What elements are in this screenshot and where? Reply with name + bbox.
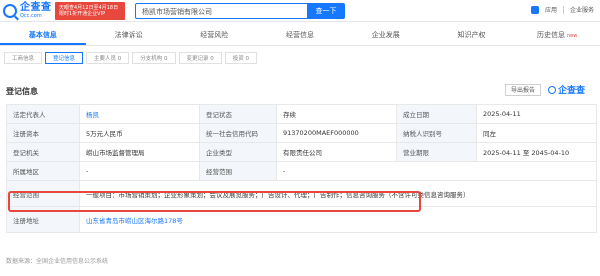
main-tabs: 基本信息 法律诉讼 经营风险 经营信息 企业发展 知识产权 历史信息 new bbox=[0, 24, 600, 46]
subtab-registration[interactable]: 登记信息 bbox=[45, 52, 84, 64]
cell-value: 5万元人民币 bbox=[79, 123, 200, 143]
cell-label: 所属地区 bbox=[6, 161, 80, 181]
tab-ip[interactable]: 知识产权 bbox=[429, 24, 515, 45]
brand-logo-icon bbox=[548, 85, 556, 94]
tab-basic-info[interactable]: 基本信息 bbox=[0, 24, 86, 45]
tab-legal[interactable]: 法律诉讼 bbox=[86, 24, 172, 45]
search-input[interactable]: 杨凯市场营销有限公司 bbox=[135, 3, 307, 19]
cell-value: 有限责任公司 bbox=[276, 142, 397, 162]
brand-watermark: 企查查 bbox=[548, 83, 585, 96]
tab-operations[interactable]: 经营信息 bbox=[257, 24, 343, 45]
cell-label: 统一社会信用代码 bbox=[199, 123, 277, 143]
cell-label: 营业期限 bbox=[396, 142, 477, 162]
promo-banner[interactable]: 天眼查4月12日至4月18日 限时1折开通企业VIP bbox=[55, 2, 125, 20]
address-link[interactable]: 山东省青岛市崂山区海尔路178号 bbox=[79, 206, 597, 233]
top-header: 企查查 Qcc.com 天眼查4月12日至4月18日 限时1折开通企业VIP 杨… bbox=[0, 0, 600, 22]
subtab-branches[interactable]: 分支机构 0 bbox=[132, 52, 176, 64]
logo-magnifier-icon bbox=[3, 4, 17, 18]
logo-text: 企查查 bbox=[20, 2, 52, 13]
user-menu[interactable]: 企业服务 bbox=[570, 5, 594, 14]
table-row-scope: 经营范围 一般项目：市场营销策划；企业形象策划；会议及展览服务；广告设计、代理；… bbox=[6, 180, 597, 207]
cell-value: - bbox=[276, 161, 597, 181]
table-row-address: 注册地址 山东省青岛市崂山区海尔路178号 bbox=[6, 206, 597, 233]
new-badge: new bbox=[567, 33, 578, 39]
cell-value: 91370200MAEF000000 bbox=[276, 123, 397, 143]
apps-icon[interactable] bbox=[530, 5, 539, 14]
subtab-business[interactable]: 工商信息 bbox=[4, 52, 43, 64]
cell-label: 成立日期 bbox=[396, 104, 477, 124]
subtab-changes[interactable]: 变更记录 0 bbox=[178, 52, 222, 64]
header-actions: 应用 企业服务 bbox=[530, 5, 594, 14]
section-title: 登记信息 bbox=[6, 87, 38, 96]
table-row: 法定代表人 杨凯 登记状态 存续 成立日期 2025-04-11 bbox=[6, 104, 597, 124]
tab-development[interactable]: 企业发展 bbox=[343, 24, 429, 45]
table-row: 注册资本 5万元人民币 统一社会信用代码 91370200MAEF000000 … bbox=[6, 123, 597, 143]
data-source-note: 数据来源：全国企业信用信息公示系统 bbox=[6, 258, 109, 265]
cell-value: 2025-04-11 至 2045-04-10 bbox=[476, 142, 597, 162]
subtab-investment[interactable]: 投资 0 bbox=[224, 52, 258, 64]
cell-value: 同左 bbox=[476, 123, 597, 143]
cell-label: 登记状态 bbox=[199, 104, 277, 124]
tab-risk[interactable]: 经营风险 bbox=[171, 24, 257, 45]
table-row: 所属地区 - 经营范围 - bbox=[6, 161, 597, 181]
export-report-button[interactable]: 导出报告 bbox=[505, 84, 542, 96]
scope-label: 经营范围 bbox=[6, 180, 80, 207]
legal-rep-link[interactable]: 杨凯 bbox=[79, 104, 200, 124]
logo-domain: Qcc.com bbox=[20, 13, 42, 19]
cell-value: - bbox=[79, 161, 200, 181]
scope-value: 一般项目：市场营销策划；企业形象策划；会议及展览服务；广告设计、代理；广告制作；… bbox=[79, 180, 597, 207]
table-row: 登记机关 崂山市场监督管理局 企业类型 有限责任公司 营业期限 2025-04-… bbox=[6, 142, 597, 162]
cell-label: 企业类型 bbox=[199, 142, 277, 162]
cell-value: 存续 bbox=[276, 104, 397, 124]
subtab-personnel[interactable]: 主要人员 0 bbox=[86, 52, 130, 64]
header-divider bbox=[562, 5, 564, 14]
promo-line-2: 限时1折开通企业VIP bbox=[59, 11, 106, 17]
sub-tabs: 工商信息 登记信息 主要人员 0 分支机构 0 变更记录 0 投资 0 bbox=[4, 52, 258, 64]
cell-label: 纳税人识别号 bbox=[396, 123, 477, 143]
cell-value: 崂山市场监督管理局 bbox=[79, 142, 200, 162]
address-label: 注册地址 bbox=[6, 206, 80, 233]
cell-value: 2025-04-11 bbox=[476, 104, 597, 124]
search-button[interactable]: 查一下 bbox=[307, 3, 345, 19]
registration-table: 法定代表人 杨凯 登记状态 存续 成立日期 2025-04-11 注册资本 5万… bbox=[6, 104, 597, 233]
site-logo[interactable]: 企查查 Qcc.com bbox=[3, 3, 52, 19]
cell-label: 注册资本 bbox=[6, 123, 80, 143]
cell-label: 经营范围 bbox=[199, 161, 277, 181]
apps-link[interactable]: 应用 bbox=[545, 5, 557, 14]
tab-history[interactable]: 历史信息 new bbox=[514, 24, 600, 45]
cell-label: 登记机关 bbox=[6, 142, 80, 162]
cell-label: 法定代表人 bbox=[6, 104, 80, 124]
